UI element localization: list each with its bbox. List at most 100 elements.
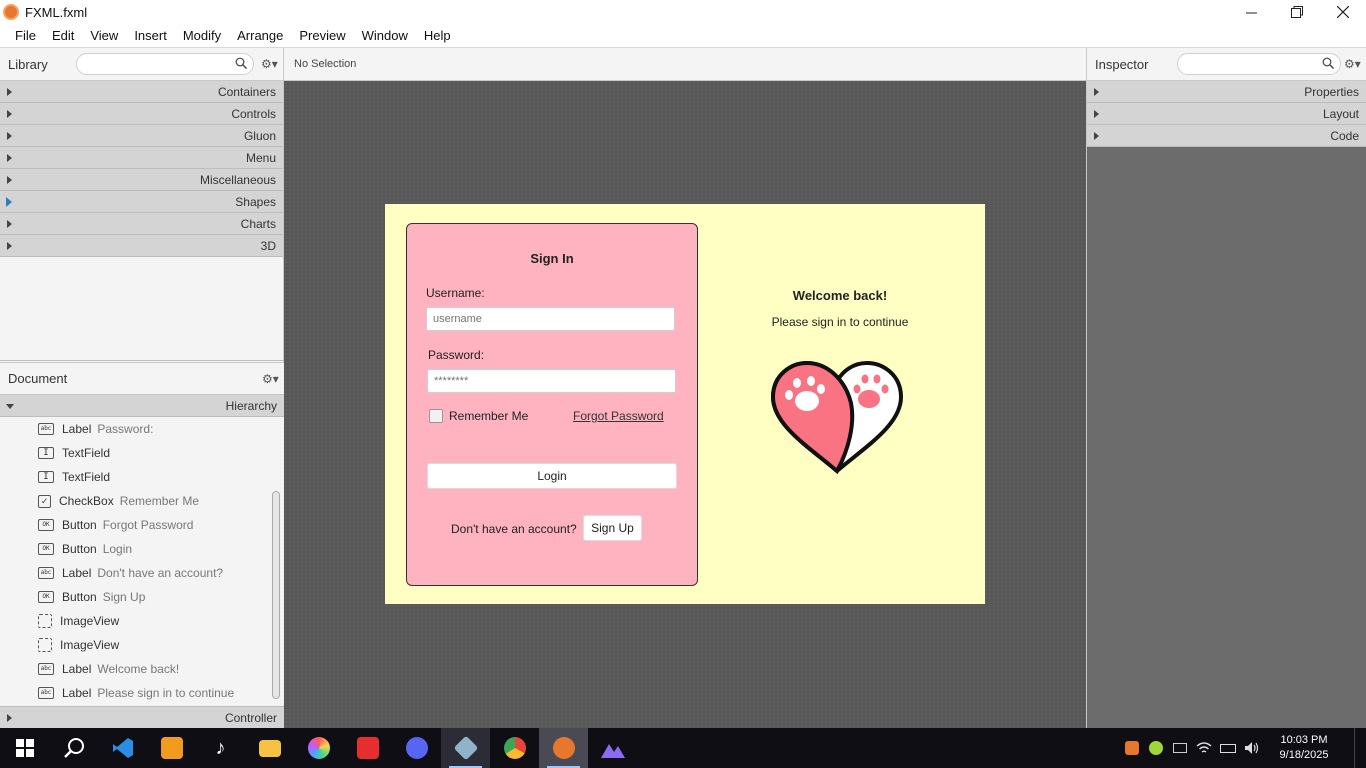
- restore-button[interactable]: [1274, 0, 1320, 24]
- search-icon: [1322, 57, 1334, 69]
- hierarchy-scrollbar[interactable]: [272, 491, 280, 699]
- library-gear-icon[interactable]: ⚙▾: [261, 57, 278, 71]
- forgot-password-button[interactable]: Forgot Password: [573, 409, 664, 423]
- library-section-miscellaneous[interactable]: Miscellaneous: [0, 169, 283, 191]
- wps-app[interactable]: [343, 728, 392, 768]
- content-area: No Selection Sign In Username: Password:…: [284, 48, 1086, 728]
- menu-insert[interactable]: Insert: [126, 25, 175, 47]
- menu-window[interactable]: Window: [354, 25, 416, 47]
- controller-label: Controller: [224, 710, 277, 725]
- tree-item[interactable]: abc Label Please sign in to continue: [0, 681, 284, 705]
- tray-plus-icon[interactable]: [1144, 728, 1168, 768]
- tree-item[interactable]: OK Button Forgot Password: [0, 513, 284, 537]
- sublime-icon: [160, 737, 183, 759]
- library-section-gluon[interactable]: Gluon: [0, 125, 283, 147]
- show-desktop-button[interactable]: [1354, 728, 1366, 768]
- sublime-app[interactable]: [147, 728, 196, 768]
- menu-edit[interactable]: Edit: [44, 25, 82, 47]
- clock-date: 9/18/2025: [1279, 749, 1329, 761]
- section-label: Menu: [245, 150, 276, 165]
- start-button[interactable]: [0, 728, 49, 768]
- tree-item[interactable]: abc Label Welcome back!: [0, 657, 284, 681]
- menu-view[interactable]: View: [82, 25, 126, 47]
- vscode-app[interactable]: [98, 728, 147, 768]
- library-section-charts[interactable]: Charts: [0, 213, 283, 235]
- tree-item[interactable]: I TextField: [0, 465, 284, 489]
- hierarchy-tree: abc Label Password: I TextField I TextField …: [0, 417, 284, 705]
- menu-arrange[interactable]: Arrange: [229, 25, 291, 47]
- menu-modify[interactable]: Modify: [175, 25, 229, 47]
- tree-item-value: Password:: [97, 422, 154, 436]
- username-field[interactable]: [426, 307, 675, 331]
- tree-item[interactable]: OK Button Sign Up: [0, 585, 284, 609]
- library-section-shapes[interactable]: Shapes: [0, 191, 283, 213]
- tree-item[interactable]: ImageView: [0, 609, 284, 633]
- library-section-menu[interactable]: Menu: [0, 147, 283, 169]
- library-section-containers[interactable]: Containers: [0, 81, 283, 103]
- tree-item-type: TextField: [62, 470, 111, 484]
- menu-preview[interactable]: Preview: [291, 25, 353, 47]
- document-title: Document: [8, 371, 68, 386]
- clock[interactable]: 10:03 PM 9/18/2025: [1264, 733, 1344, 763]
- login-button[interactable]: Login: [427, 463, 677, 489]
- inspector-section-code[interactable]: Code: [1087, 125, 1366, 147]
- section-label: 3D: [260, 238, 276, 253]
- tree-item[interactable]: ✓ CheckBox Remember Me: [0, 489, 284, 513]
- inspector-search-input[interactable]: [1177, 53, 1341, 75]
- tiktok-icon: ♪: [215, 736, 226, 759]
- wifi-icon[interactable]: [1192, 728, 1216, 768]
- remember-me-checkbox[interactable]: [429, 409, 443, 423]
- section-label: Controls: [231, 106, 276, 121]
- tree-item[interactable]: ImageView: [0, 633, 284, 657]
- controller-section[interactable]: Controller: [0, 706, 284, 728]
- expand-arrow-icon: [7, 132, 12, 140]
- chrome-app[interactable]: [490, 728, 539, 768]
- tree-item-value: Welcome back!: [97, 662, 180, 676]
- library-section-controls[interactable]: Controls: [0, 103, 283, 125]
- fxml-app[interactable]: [539, 728, 588, 768]
- discord-app[interactable]: [392, 728, 441, 768]
- inspector-section-layout[interactable]: Layout: [1087, 103, 1366, 125]
- scene-builder-app[interactable]: [441, 728, 490, 768]
- close-icon: [1337, 6, 1349, 18]
- tray-app-icon[interactable]: [1120, 728, 1144, 768]
- close-button[interactable]: [1320, 0, 1366, 24]
- tree-item-value: Sign Up: [102, 590, 146, 604]
- document-gear-icon[interactable]: ⚙▾: [262, 372, 279, 386]
- window-titlebar: FXML.fxml: [0, 0, 1366, 24]
- section-label: Containers: [217, 84, 276, 99]
- tree-item[interactable]: OK Button Login: [0, 537, 284, 561]
- search-taskbar-button[interactable]: [49, 728, 98, 768]
- tree-item[interactable]: abc Label Password:: [0, 417, 284, 441]
- hierarchy-section[interactable]: Hierarchy: [0, 395, 284, 417]
- sign-up-button[interactable]: Sign Up: [583, 515, 642, 541]
- tray-device-icon[interactable]: [1168, 728, 1192, 768]
- inspector-section-properties[interactable]: Properties: [1087, 81, 1366, 103]
- library-search-input[interactable]: [76, 53, 254, 75]
- affinity-app[interactable]: [588, 728, 637, 768]
- expand-arrow-icon: [1094, 110, 1099, 118]
- inspector-gear-icon[interactable]: ⚙▾: [1344, 57, 1361, 71]
- selection-bar: No Selection: [284, 48, 1086, 81]
- sign-in-card[interactable]: Sign In Username: Password: Remember Me …: [406, 223, 698, 586]
- tree-item-type: Button: [62, 518, 97, 532]
- menu-help[interactable]: Help: [416, 25, 459, 47]
- chrome-icon: [503, 737, 526, 759]
- file-explorer-app[interactable]: [245, 728, 294, 768]
- tree-item[interactable]: I TextField: [0, 441, 284, 465]
- restore-icon: [1291, 6, 1303, 18]
- label-icon: abc: [38, 663, 54, 675]
- design-canvas[interactable]: Sign In Username: Password: Remember Me …: [385, 204, 985, 604]
- menu-file[interactable]: File: [0, 25, 44, 47]
- tree-item-value: Login: [102, 542, 133, 556]
- volume-icon[interactable]: [1240, 728, 1264, 768]
- library-section-3d[interactable]: 3D: [0, 235, 283, 257]
- battery-icon[interactable]: [1216, 728, 1240, 768]
- remember-me-label[interactable]: Remember Me: [449, 409, 528, 423]
- tiktok-app[interactable]: ♪: [196, 728, 245, 768]
- tree-item[interactable]: abc Label Don't have an account?: [0, 561, 284, 585]
- password-field[interactable]: [427, 369, 676, 393]
- minimize-button[interactable]: [1228, 0, 1274, 24]
- photos-app[interactable]: [294, 728, 343, 768]
- document-section: Document ⚙▾ Hierarchy abc Label Password: …: [0, 362, 284, 728]
